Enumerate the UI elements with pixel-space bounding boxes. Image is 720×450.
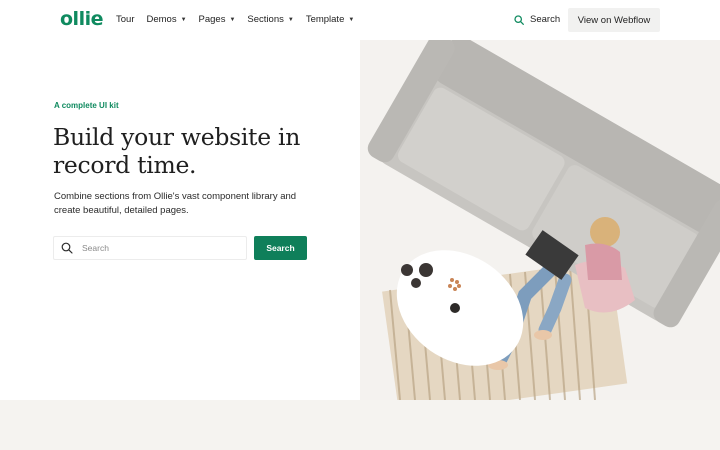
nav-item-label: Template — [305, 14, 345, 25]
hero-search-input[interactable]: Search — [53, 236, 247, 260]
hero-section — [0, 40, 360, 400]
nav-item-label: Tour — [116, 14, 135, 25]
view-on-webflow-button[interactable]: View on Webflow — [568, 8, 660, 32]
chevron-down-icon: ▼ — [180, 16, 187, 23]
hero-subtext: Combine sections from Ollie's vast compo… — [54, 190, 324, 218]
hero-headline: Build your website in record time. — [53, 123, 353, 179]
chevron-down-icon: ▼ — [229, 16, 236, 23]
nav-item-pages[interactable]: Pages ▼ — [199, 14, 236, 25]
hero-headline-line: record time. — [53, 151, 197, 179]
top-nav: ollie Tour Demos ▼ Pages ▼ Sections ▼ Te… — [0, 0, 720, 40]
nav-item-tour[interactable]: Tour — [116, 14, 134, 25]
chevron-down-icon: ▼ — [287, 16, 294, 23]
chevron-down-icon: ▼ — [348, 16, 355, 23]
nav-item-template[interactable]: Template ▼ — [306, 14, 355, 25]
hero-search-button[interactable]: Search — [254, 236, 307, 260]
hero-headline-line: Build your website in — [53, 123, 301, 151]
nav-item-label: Pages — [198, 14, 226, 25]
sofa-scene-illustration — [360, 40, 720, 400]
nav-item-sections[interactable]: Sections ▼ — [247, 14, 293, 25]
section-divider-band — [0, 400, 720, 450]
hero-eyebrow: A complete UI kit — [54, 101, 119, 110]
nav-item-demos[interactable]: Demos ▼ — [146, 14, 186, 25]
nav-item-label: Sections — [247, 14, 284, 25]
search-icon — [514, 14, 524, 25]
nav-search-label: Search — [530, 14, 561, 25]
nav-item-label: Demos — [146, 14, 177, 25]
ollie-logo[interactable]: ollie — [60, 8, 103, 30]
hero-subtext-line: Combine sections from Ollie's vast compo… — [54, 191, 297, 202]
nav-search-link[interactable]: Search — [514, 14, 560, 25]
main-menu: Tour Demos ▼ Pages ▼ Sections ▼ Template… — [116, 14, 366, 25]
search-icon — [61, 242, 73, 254]
hero-subtext-line: create beautiful, detailed pages. — [54, 205, 189, 216]
hero-photo — [360, 40, 720, 400]
search-placeholder: Search — [82, 243, 109, 253]
